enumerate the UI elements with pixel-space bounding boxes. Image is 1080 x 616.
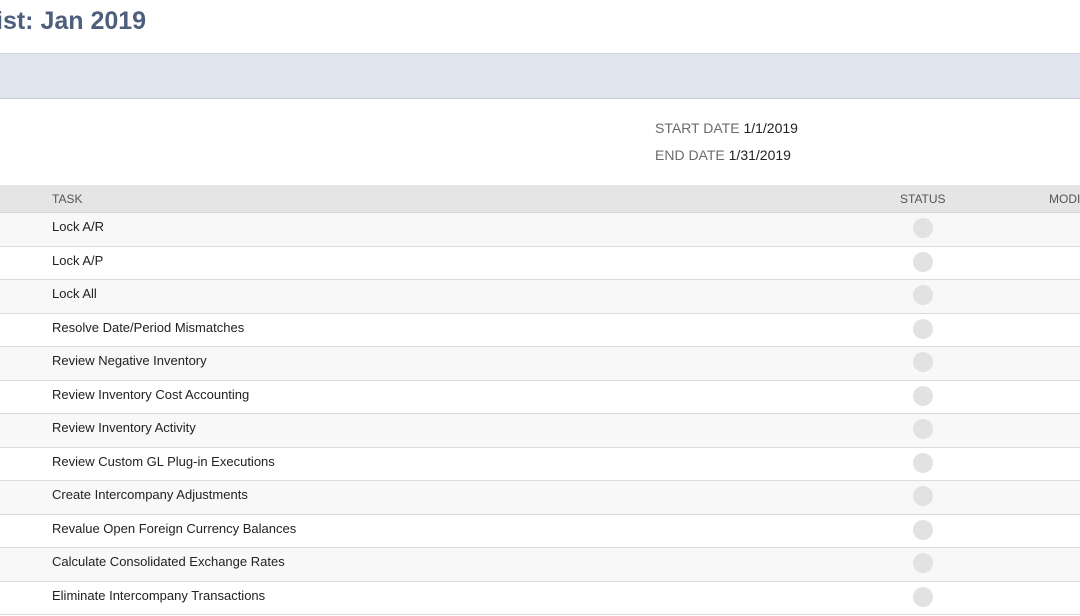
column-header-modified[interactable]: MODI bbox=[1049, 192, 1080, 206]
status-circle-icon[interactable] bbox=[913, 251, 933, 272]
end-date-label: END DATE bbox=[655, 147, 725, 163]
table-row[interactable]: Revalue Open Foreign Currency Balances bbox=[0, 514, 1080, 548]
start-date-label: START DATE bbox=[655, 120, 740, 136]
status-circle-icon[interactable] bbox=[913, 452, 933, 473]
table-row[interactable]: Review Negative Inventory bbox=[0, 347, 1080, 381]
table-row[interactable]: Review Inventory Activity bbox=[0, 414, 1080, 448]
task-link[interactable]: Revalue Open Foreign Currency Balances bbox=[52, 521, 296, 536]
task-link[interactable]: Resolve Date/Period Mismatches bbox=[52, 320, 244, 335]
table-row[interactable]: Review Inventory Cost Accounting bbox=[0, 380, 1080, 414]
status-circle-icon[interactable] bbox=[913, 419, 933, 439]
task-link[interactable]: Review Custom GL Plug-in Executions bbox=[52, 454, 275, 469]
task-link[interactable]: Review Inventory Activity bbox=[52, 420, 196, 435]
start-date-value: 1/1/2019 bbox=[743, 120, 798, 136]
end-date-value: 1/31/2019 bbox=[728, 147, 791, 163]
table-row[interactable]: Lock All bbox=[0, 280, 1080, 314]
task-table-body: Lock A/R Lock A/P Lock All Resolve Date/… bbox=[0, 213, 1080, 615]
table-row[interactable]: Lock A/P bbox=[0, 246, 1080, 280]
task-link[interactable]: Calculate Consolidated Exchange Rates bbox=[52, 554, 285, 569]
column-header-task[interactable]: TASK bbox=[52, 192, 82, 206]
period-close-checklist-page: ist: Jan 2019 START DATE 1/1/2019 END DA… bbox=[0, 0, 1080, 616]
toolbar-bar bbox=[0, 53, 1080, 99]
status-circle-icon[interactable] bbox=[913, 285, 933, 305]
table-header: TASK STATUS MODI bbox=[0, 185, 1080, 213]
task-link[interactable]: Lock All bbox=[52, 286, 97, 301]
task-link[interactable]: Eliminate Intercompany Transactions bbox=[52, 588, 265, 603]
page-title: ist: Jan 2019 bbox=[0, 7, 147, 35]
status-circle-icon[interactable] bbox=[913, 318, 933, 339]
status-circle-icon[interactable] bbox=[913, 352, 933, 372]
start-date: START DATE 1/1/2019 bbox=[655, 120, 798, 136]
status-circle-icon[interactable] bbox=[913, 385, 933, 406]
task-link[interactable]: Lock A/R bbox=[52, 219, 104, 234]
end-date: END DATE 1/31/2019 bbox=[655, 147, 791, 163]
table-row[interactable]: Calculate Consolidated Exchange Rates bbox=[0, 548, 1080, 582]
table-row[interactable]: Resolve Date/Period Mismatches bbox=[0, 313, 1080, 347]
table-row[interactable]: Lock A/R bbox=[0, 213, 1080, 247]
status-circle-icon[interactable] bbox=[913, 586, 933, 607]
task-link[interactable]: Lock A/P bbox=[52, 253, 103, 268]
task-link[interactable]: Create Intercompany Adjustments bbox=[52, 487, 248, 502]
status-circle-icon[interactable] bbox=[913, 486, 933, 506]
status-circle-icon[interactable] bbox=[913, 218, 933, 238]
table-row[interactable]: Review Custom GL Plug-in Executions bbox=[0, 447, 1080, 481]
table-row[interactable]: Create Intercompany Adjustments bbox=[0, 481, 1080, 515]
task-link[interactable]: Review Negative Inventory bbox=[52, 353, 207, 368]
status-circle-icon[interactable] bbox=[913, 519, 933, 540]
task-link[interactable]: Review Inventory Cost Accounting bbox=[52, 387, 249, 402]
column-header-status[interactable]: STATUS bbox=[900, 192, 946, 206]
table-row[interactable]: Eliminate Intercompany Transactions bbox=[0, 581, 1080, 615]
status-circle-icon[interactable] bbox=[913, 553, 933, 573]
